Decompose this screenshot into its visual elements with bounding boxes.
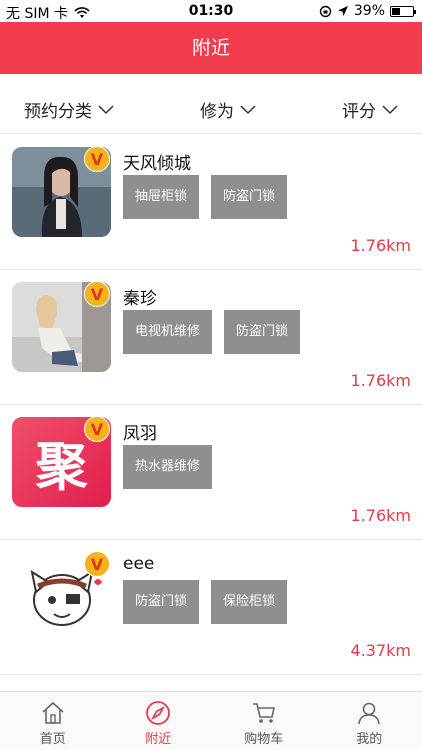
service-tag[interactable]: 保险柜锁 [211,580,288,624]
verified-badge-icon: V [84,146,110,172]
user-icon [358,702,381,725]
list-item[interactable]: V eee 防盗门锁 保险柜锁 4.37km [0,540,422,675]
battery-percent: 39% [353,3,385,19]
filter-rating-label: 评分 [342,102,376,122]
tab-bar: 首页 附近 购物车 我的 [0,691,422,750]
logo-text: 聚 [35,437,88,498]
tab-nearby[interactable]: 附近 [106,692,212,750]
list-item[interactable]: V 秦珍 电视机维修 防盗门锁 1.76km [0,270,422,405]
service-tags: 电视机维修 防盗门锁 [123,310,301,354]
tab-cart-label: 购物车 [244,732,284,747]
filter-level-label: 修为 [200,102,234,122]
service-tag[interactable]: 热水器维修 [123,445,213,489]
distance-text: 1.76km [350,506,411,525]
filter-category[interactable]: 预约分类 [24,97,114,122]
service-tags: 热水器维修 [123,445,213,489]
orientation-lock-icon [319,5,332,17]
verified-badge-icon: V [84,551,110,577]
verified-badge-icon: V [84,416,110,442]
compass-icon [146,701,171,725]
chevron-down-icon [98,104,114,114]
status-right: 39% [319,3,416,19]
provider-name: 秦珍 [123,289,157,309]
verified-badge-icon: V [84,281,110,307]
filter-category-label: 预约分类 [24,102,92,122]
tab-home[interactable]: 首页 [0,692,106,750]
list-item[interactable]: V 天风倾城 抽屉柜锁 防盗门锁 1.76km [0,135,422,270]
tab-nearby-label: 附近 [145,732,172,747]
tab-mine[interactable]: 我的 [317,692,422,750]
home-icon [42,701,64,724]
battery-icon [390,5,416,17]
tab-cart[interactable]: 购物车 [211,692,317,750]
location-icon [337,6,348,16]
service-tag[interactable]: 防盗门锁 [224,310,301,354]
service-tag[interactable]: 防盗门锁 [211,175,288,219]
filter-rating[interactable]: 评分 [342,97,398,122]
service-tags: 防盗门锁 保险柜锁 [123,580,288,624]
distance-text: 4.37km [350,641,411,660]
service-tags: 抽屉柜锁 防盗门锁 [123,175,288,219]
chevron-down-icon [240,104,256,114]
service-tag[interactable]: 抽屉柜锁 [123,175,200,219]
filter-level[interactable]: 修为 [200,97,256,122]
tab-mine-label: 我的 [356,732,383,747]
page-title: 附近 [191,37,230,59]
status-bar: 无 SIM 卡 01:30 39% [0,0,422,22]
distance-text: 1.76km [350,236,411,255]
list-item[interactable]: 聚 V 凤羽 热水器维修 1.76km [0,405,422,540]
cart-icon [252,703,275,723]
service-tag[interactable]: 电视机维修 [123,310,213,354]
distance-text: 1.76km [350,371,411,390]
filter-bar: 预约分类 修为 评分 [0,86,422,134]
provider-list: V 天风倾城 抽屉柜锁 防盗门锁 1.76km V 秦珍 电视机维修 防盗门锁 … [0,135,422,691]
service-tag[interactable]: 防盗门锁 [123,580,200,624]
tab-home-label: 首页 [39,732,66,747]
provider-name: 天风倾城 [123,154,191,174]
provider-name: eee [123,554,155,574]
chevron-down-icon [382,104,398,114]
provider-name: 凤羽 [123,424,157,444]
nav-bar: 附近 [0,22,422,74]
